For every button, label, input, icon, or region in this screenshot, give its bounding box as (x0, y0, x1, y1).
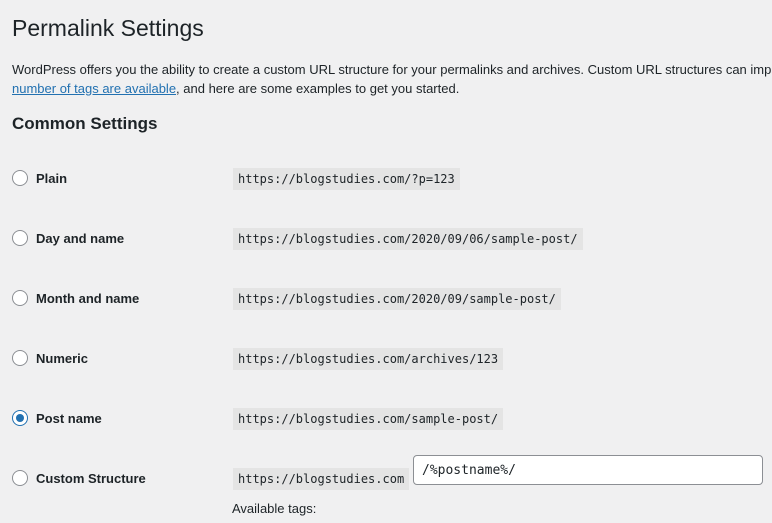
option-row-plain: Plain https://blogstudies.com/?p=123 (12, 168, 772, 192)
option-label-plain[interactable]: Plain (36, 170, 67, 188)
radio-plain[interactable] (12, 170, 28, 186)
option-label-month-and-name[interactable]: Month and name (36, 290, 139, 308)
option-label-post-name[interactable]: Post name (36, 410, 102, 428)
available-tags-label: Available tags: (232, 501, 317, 516)
option-row-month-and-name: Month and name https://blogstudies.com/2… (12, 288, 772, 312)
radio-custom-structure[interactable] (12, 470, 28, 486)
page-title: Permalink Settings (12, 15, 204, 41)
intro-text: WordPress offers you the ability to crea… (12, 60, 772, 98)
intro-line-1: WordPress offers you the ability to crea… (12, 62, 772, 77)
option-row-day-and-name: Day and name https://blogstudies.com/202… (12, 228, 772, 252)
option-label-day-and-name[interactable]: Day and name (36, 230, 124, 248)
intro-line-2: number of tags are available, and here a… (12, 79, 772, 98)
radio-month-and-name[interactable] (12, 290, 28, 306)
option-label-numeric[interactable]: Numeric (36, 350, 88, 368)
option-row-custom-structure: Custom Structure https://blogstudies.com (12, 455, 772, 492)
radio-day-and-name[interactable] (12, 230, 28, 246)
intro-line-2-rest: , and here are some examples to get you … (176, 81, 460, 96)
custom-structure-input[interactable] (413, 455, 763, 485)
custom-structure-base-url: https://blogstudies.com (233, 468, 410, 490)
option-label-custom-structure[interactable]: Custom Structure (36, 470, 146, 488)
section-title-common-settings: Common Settings (12, 114, 158, 133)
radio-numeric[interactable] (12, 350, 28, 366)
example-url-day-and-name: https://blogstudies.com/2020/09/06/sampl… (233, 228, 583, 250)
radio-post-name[interactable] (12, 410, 28, 426)
example-url-month-and-name: https://blogstudies.com/2020/09/sample-p… (233, 288, 561, 310)
option-row-post-name: Post name https://blogstudies.com/sample… (12, 408, 772, 432)
tags-available-link[interactable]: number of tags are available (12, 81, 176, 96)
permalink-settings-page: Permalink Settings WordPress offers you … (0, 0, 772, 523)
example-url-numeric: https://blogstudies.com/archives/123 (233, 348, 504, 370)
example-url-plain: https://blogstudies.com/?p=123 (233, 168, 460, 190)
option-row-numeric: Numeric https://blogstudies.com/archives… (12, 348, 772, 372)
example-url-post-name: https://blogstudies.com/sample-post/ (233, 408, 504, 430)
